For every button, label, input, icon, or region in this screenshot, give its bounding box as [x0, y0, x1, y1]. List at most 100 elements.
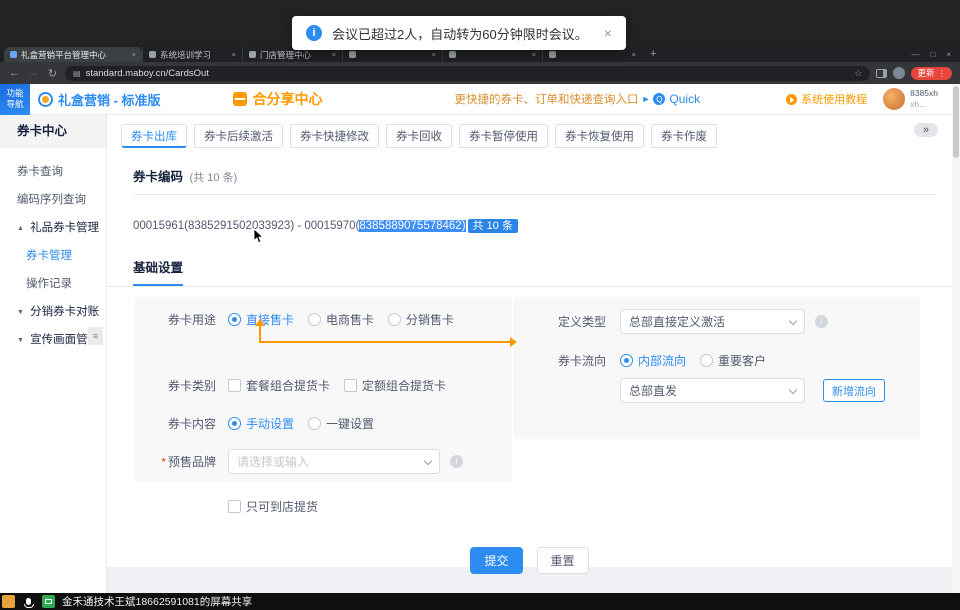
tutorial-icon — [786, 94, 797, 105]
share-center-label: 合分享中心 — [253, 89, 323, 109]
address-bar[interactable]: ▤ standard.maboy.cn/CardsOut ☆ — [65, 66, 870, 81]
mouse-cursor — [253, 228, 264, 244]
checkbox-option-combo-pickup-card[interactable]: 套餐组合提货卡 — [228, 377, 330, 394]
reset-button[interactable]: 重置 — [537, 547, 589, 574]
more-menu-icon[interactable]: ⋮ — [938, 68, 947, 79]
radio-option-ecommerce-sale[interactable]: 电商售卡 — [308, 311, 374, 328]
brand-logo-icon — [38, 92, 53, 107]
tab-card-recycle[interactable]: 券卡回收 — [386, 124, 452, 148]
window-controls: — □ × — [902, 50, 960, 59]
tutorial-link[interactable]: 系统使用教程 — [786, 91, 867, 107]
define-type-select[interactable]: 总部直接定义激活 — [620, 309, 805, 334]
tab-card-resume[interactable]: 券卡恢复使用 — [555, 124, 644, 148]
side-panel-icon[interactable] — [876, 69, 887, 78]
category-label: 券卡类别 — [135, 377, 228, 394]
tab-card-suspend[interactable]: 券卡暂停使用 — [459, 124, 548, 148]
sidebar-item-label: 分销券卡对账 — [30, 306, 99, 318]
annotation-arrowhead-right — [510, 337, 517, 347]
quick-label: Quick — [669, 92, 700, 106]
code-count-badge: 共 10 条 — [468, 219, 518, 233]
screen: i 会议已超过2人，自动转为60分钟限时会议。 × 礼盒营销平台管理中心 × 系… — [0, 0, 960, 610]
tab-card-void[interactable]: 券卡作废 — [651, 124, 717, 148]
panel-collapse-button[interactable]: » — [914, 123, 938, 137]
radio-icon — [228, 313, 241, 326]
content-label: 券卡内容 — [135, 415, 228, 432]
tab-close-icon[interactable]: × — [232, 50, 236, 59]
checkbox-option-fixed-combo-pickup-card[interactable]: 定额组合提货卡 — [344, 377, 446, 394]
option-label: 重要客户 — [718, 352, 766, 369]
form-row-flow-select: 总部直发 新增流向 — [513, 378, 920, 403]
toast-close-icon[interactable]: × — [604, 25, 612, 41]
tab-close-icon[interactable]: × — [432, 50, 436, 59]
quick-q-icon: Q — [653, 93, 665, 105]
toast-message: 会议已超过2人，自动转为60分钟限时会议。 — [332, 24, 588, 43]
sidebar-item-card-query[interactable]: 券卡查询 — [0, 158, 106, 186]
required-mark: * — [161, 455, 166, 469]
user-menu[interactable]: 8385xh xh... — [883, 88, 938, 110]
sidebar-item-card-management[interactable]: 券卡管理 — [0, 242, 106, 270]
brand: 礼盒营销 - 标准版 — [38, 90, 161, 109]
microphone-icon — [26, 598, 31, 605]
radio-option-distribution-sale[interactable]: 分销售卡 — [388, 311, 454, 328]
new-tab-button[interactable]: + — [642, 48, 664, 60]
sidebar-item-code-sequence-query[interactable]: 编码序列查询 — [0, 186, 106, 214]
option-label: 定额组合提货卡 — [362, 377, 446, 394]
sidebar-group-gift-card-management[interactable]: ▲ 礼品券卡管理 — [0, 214, 106, 242]
radio-option-internal-flow[interactable]: 内部流向 — [620, 352, 686, 369]
back-icon[interactable]: ← — [8, 67, 21, 79]
radio-option-manual-setup[interactable]: 手动设置 — [228, 415, 294, 432]
info-icon: i — [306, 25, 322, 41]
chrome-update-button[interactable]: 更新 ⋮ — [911, 67, 952, 80]
tab-close-icon[interactable]: × — [132, 50, 136, 59]
flow-label: 券卡流向 — [513, 352, 620, 369]
form-panels: 券卡用途 直接售卡 电商售卡 — [135, 297, 952, 482]
info-icon[interactable]: i — [815, 315, 828, 328]
tab-label: 礼盒营销平台管理中心 — [21, 49, 128, 61]
tab-card-outbound[interactable]: 券卡出库 — [121, 124, 187, 148]
user-name-sub: xh... — [910, 99, 938, 110]
add-flow-button[interactable]: 新增流向 — [823, 379, 885, 402]
brand-select[interactable]: 请选择或输入 — [228, 449, 440, 474]
radio-option-one-click-setup[interactable]: 一键设置 — [308, 415, 374, 432]
tab-close-icon[interactable]: × — [632, 50, 636, 59]
checkbox-option-store-pickup-only[interactable]: 只可到店提货 — [228, 498, 318, 515]
tab-favicon-icon — [549, 51, 556, 58]
window-close-button[interactable]: × — [946, 50, 951, 59]
sidebar-group-distribution-reconciliation[interactable]: ▼ 分销券卡对账 — [0, 298, 106, 326]
browser-tab[interactable]: 礼盒营销平台管理中心 × — [4, 47, 142, 62]
form-row-define-type: 定义类型 总部直接定义激活 i — [513, 309, 920, 334]
radio-option-important-customer[interactable]: 重要客户 — [700, 352, 766, 369]
define-type-label: 定义类型 — [513, 313, 620, 330]
quick-link[interactable]: Q Quick — [653, 92, 700, 106]
user-name: 8385xh — [910, 88, 938, 99]
tab-close-icon[interactable]: × — [332, 50, 336, 59]
window-minimize-button[interactable]: — — [911, 50, 919, 59]
tab-card-follow-activation[interactable]: 券卡后续激活 — [194, 124, 283, 148]
function-nav-button[interactable]: 功能 导航 — [0, 84, 30, 115]
sidebar-item-label: 券卡管理 — [26, 250, 72, 262]
screen-share-bar[interactable]: 金禾通技术王斌18662591081的屏幕共享 — [0, 593, 960, 610]
codes-label: 券卡编码 — [133, 170, 183, 184]
sidebar-collapse-button[interactable]: ≡ — [88, 327, 103, 345]
forward-icon[interactable]: → — [27, 67, 40, 79]
flow-select[interactable]: 总部直发 — [620, 378, 805, 403]
submit-button[interactable]: 提交 — [470, 547, 522, 574]
checkbox-icon — [228, 379, 241, 392]
info-icon[interactable]: i — [450, 455, 463, 468]
triangle-up-icon: ▲ — [17, 225, 24, 232]
screen-share-icon — [42, 595, 55, 608]
browser-profile-avatar[interactable] — [893, 67, 905, 79]
browser-chrome: 礼盒营销平台管理中心 × 系统培训学习 × 门店管理中心 × × × — [0, 46, 960, 84]
scrollbar-thumb[interactable] — [953, 86, 959, 158]
app-header: 功能 导航 礼盒营销 - 标准版 合分享中心 更快捷的券卡、订单和快递查询入口 … — [0, 84, 960, 115]
share-center-link[interactable]: 合分享中心 — [233, 89, 323, 109]
sidebar-item-operation-records[interactable]: 操作记录 — [0, 270, 106, 298]
reload-icon[interactable]: ↻ — [46, 67, 59, 80]
form-row-flow: 券卡流向 内部流向 重要客户 — [513, 348, 920, 372]
browser-tab[interactable]: 系统培训学习 × — [142, 47, 242, 62]
chevron-down-icon — [424, 457, 432, 465]
tab-close-icon[interactable]: × — [532, 50, 536, 59]
bookmark-star-icon[interactable]: ☆ — [854, 68, 862, 79]
window-maximize-button[interactable]: □ — [930, 50, 935, 59]
tab-card-quick-edit[interactable]: 券卡快捷修改 — [290, 124, 379, 148]
